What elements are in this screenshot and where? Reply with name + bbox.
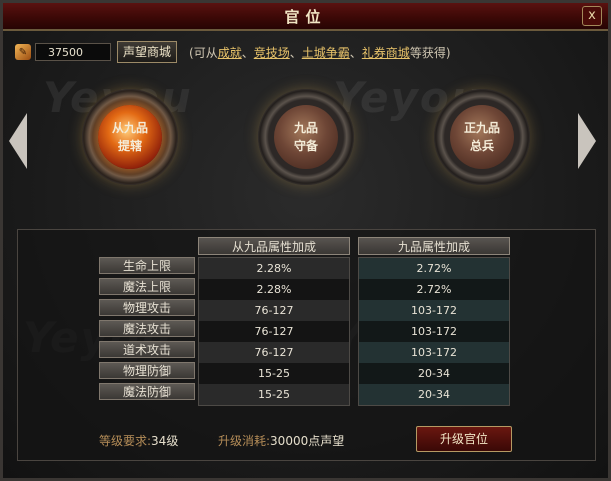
attr-label: 生命上限 — [99, 257, 195, 274]
cost-label: 升级消耗: — [218, 434, 271, 448]
hint-suffix: 等获得) — [409, 45, 451, 60]
next-rank-arrow-icon[interactable] — [578, 113, 596, 169]
table-cell: 2.72% — [359, 258, 509, 279]
table-cell: 2.28% — [199, 279, 349, 300]
rank-title: 守备 — [293, 139, 318, 153]
attr-label: 道术攻击 — [99, 341, 195, 358]
prestige-icon: ✎ — [15, 44, 31, 60]
window-title: 官位 — [284, 8, 327, 26]
table-cell: 20-34 — [359, 384, 509, 405]
next-bonus-column: 2.72% 2.72% 103-172 103-172 103-172 20-3… — [358, 257, 510, 406]
source-hint: (可从成就、竞技场、土城争霸、礼券商城等获得) — [189, 44, 450, 61]
prev-rank-arrow-icon[interactable] — [9, 113, 27, 169]
table-cell: 20-34 — [359, 363, 509, 384]
table-cell: 103-172 — [359, 321, 509, 342]
table-cell: 15-25 — [199, 384, 349, 405]
table-cell: 103-172 — [359, 300, 509, 321]
level-requirement: 等级要求:34级 — [99, 432, 178, 449]
rank-grade: 九品 — [293, 121, 318, 135]
upgrade-cost: 升级消耗:30000点声望 — [218, 432, 344, 449]
attribute-labels: 生命上限 魔法上限 物理攻击 魔法攻击 道术攻击 物理防御 魔法防御 — [99, 257, 195, 404]
rank-medal-future[interactable]: 正九品 总兵 — [427, 85, 537, 189]
table-cell: 76-127 — [199, 300, 349, 321]
attr-label: 物理防御 — [99, 362, 195, 379]
title-bar: 官位 x — [3, 3, 608, 31]
link-achievement[interactable]: 成就 — [218, 46, 242, 60]
current-bonus-column: 2.28% 2.28% 76-127 76-127 76-127 15-25 1… — [198, 257, 350, 406]
table-cell: 2.28% — [199, 258, 349, 279]
rank-medal-current[interactable]: 从九品 提辖 — [75, 85, 185, 189]
currency-row: ✎ 37500 声望商城 (可从成就、竞技场、土城争霸、礼券商城等获得) — [15, 41, 451, 63]
level-label: 等级要求: — [99, 434, 152, 448]
table-cell: 76-127 — [199, 342, 349, 363]
hint-sep: 、 — [289, 45, 302, 60]
table-cell: 15-25 — [199, 363, 349, 384]
upgrade-rank-button[interactable]: 升级官位 — [416, 426, 512, 452]
cost-value: 30000点声望 — [270, 434, 345, 448]
table-cell: 2.72% — [359, 279, 509, 300]
attr-label: 魔法上限 — [99, 278, 195, 295]
link-siege[interactable]: 土城争霸 — [302, 46, 350, 60]
prestige-balance: 37500 — [35, 43, 111, 61]
next-bonus-header: 九品属性加成 — [358, 237, 510, 255]
medal-core: 正九品 总兵 — [450, 105, 514, 169]
attr-label: 魔法攻击 — [99, 320, 195, 337]
rank-window: Yeyou Yeyou Yeyou Yeyou 官位 x ✎ 37500 声望商… — [0, 0, 611, 481]
hint-prefix: (可从 — [189, 45, 218, 60]
hint-sep: 、 — [241, 45, 254, 60]
prestige-shop-button[interactable]: 声望商城 — [117, 41, 178, 63]
table-cell: 103-172 — [359, 342, 509, 363]
level-value: 34级 — [151, 434, 179, 448]
rank-medal-next[interactable]: 九品 守备 — [251, 85, 361, 189]
attr-label: 物理攻击 — [99, 299, 195, 316]
attr-label: 魔法防御 — [99, 383, 195, 400]
medal-core: 从九品 提辖 — [98, 105, 162, 169]
link-arena[interactable]: 竞技场 — [254, 46, 290, 60]
medal-core: 九品 守备 — [274, 105, 338, 169]
link-coupon-shop[interactable]: 礼券商城 — [362, 46, 410, 60]
rank-title: 提辖 — [117, 139, 142, 153]
table-cell: 76-127 — [199, 321, 349, 342]
rank-grade: 正九品 — [463, 121, 500, 135]
close-button[interactable]: x — [582, 6, 602, 26]
rank-title: 总兵 — [469, 139, 494, 153]
hint-sep: 、 — [349, 45, 362, 60]
rank-grade: 从九品 — [111, 121, 148, 135]
current-bonus-header: 从九品属性加成 — [198, 237, 350, 255]
